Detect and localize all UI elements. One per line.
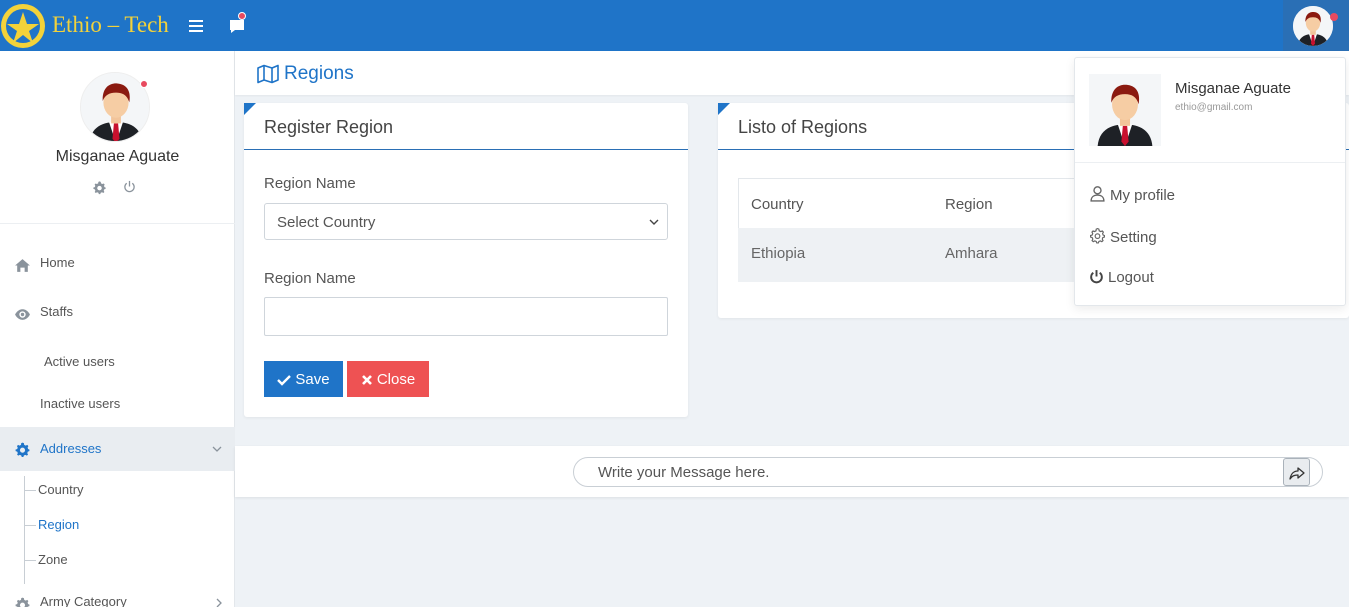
card-corner-accent — [718, 103, 730, 115]
home-icon — [15, 259, 30, 272]
menu-item-label: Logout — [1108, 269, 1154, 286]
sidebar-item-label: Active users — [44, 354, 115, 369]
country-label: Region Name — [264, 175, 356, 192]
region-name-input[interactable] — [264, 297, 668, 336]
notification-dot — [238, 12, 246, 20]
brand-name: Ethio – Tech — [52, 12, 169, 37]
page-title: Regions — [284, 63, 354, 84]
chevron-down-icon — [649, 219, 659, 225]
chevron-down-icon — [212, 446, 222, 452]
status-dot — [1330, 13, 1338, 21]
sidebar-subitem-region[interactable]: Region — [24, 517, 79, 532]
chat-message-input[interactable] — [573, 457, 1323, 487]
send-button[interactable] — [1283, 458, 1310, 486]
gear-icon — [1090, 227, 1105, 244]
user-dropdown-menu: Misganae Aguate ethio@gmail.com My profi… — [1074, 57, 1346, 306]
save-button[interactable]: Save — [264, 361, 343, 397]
power-icon[interactable] — [123, 180, 136, 193]
menu-item-logout[interactable]: Logout — [1089, 269, 1154, 286]
sidebar-subitem-country[interactable]: Country — [24, 482, 84, 497]
sidebar-item-addresses[interactable]: Addresses — [0, 427, 235, 471]
column-header: Region — [945, 196, 993, 213]
eye-icon — [15, 309, 30, 320]
chevron-right-icon — [216, 598, 222, 607]
table-cell: Ethiopia — [751, 245, 806, 262]
gear-icon[interactable] — [92, 180, 107, 195]
card-corner-accent — [244, 103, 256, 115]
menu-item-my-profile[interactable]: My profile — [1089, 185, 1175, 204]
sidebar-item-label: Inactive users — [40, 396, 121, 411]
column-header: Country — [751, 196, 804, 213]
hamburger-icon[interactable] — [186, 16, 206, 36]
dropdown-user-name: Misganae Aguate — [1175, 80, 1291, 97]
sidebar-subitem-zone[interactable]: Zone — [24, 552, 68, 567]
sidebar: Misganae Aguate Home Staffs Active users… — [0, 51, 235, 607]
region-name-label: Region Name — [264, 270, 356, 287]
sidebar-subitem-label: Region — [38, 517, 80, 532]
card-title: Register Region — [264, 117, 394, 137]
user-icon — [1090, 186, 1105, 202]
gear-icon — [15, 442, 30, 457]
menu-item-setting[interactable]: Setting — [1089, 227, 1157, 246]
divider — [0, 223, 235, 224]
sidebar-item-staffs[interactable]: Staffs — [0, 304, 235, 326]
sidebar-item-label: Staffs — [40, 304, 74, 319]
sidebar-item-active-users[interactable]: Active users — [0, 354, 235, 374]
menu-item-label: Setting — [1110, 229, 1157, 246]
user-menu-toggle[interactable] — [1283, 0, 1349, 51]
chat-bar — [235, 446, 1349, 497]
share-icon — [1289, 467, 1305, 480]
avatar — [1293, 6, 1333, 46]
sidebar-item-label: Army Category — [40, 594, 127, 607]
top-navbar: Ethio – Tech — [0, 0, 1349, 51]
register-region-card: Register Region Region Name Select Count… — [244, 103, 688, 417]
divider — [244, 149, 688, 150]
country-select[interactable]: Select Country — [264, 203, 668, 240]
avatar — [1089, 74, 1161, 146]
divider — [1075, 162, 1345, 163]
country-select-value: Select Country — [277, 214, 376, 231]
sidebar-user-name: Misganae Aguate — [55, 148, 180, 165]
dropdown-user-email: ethio@gmail.com — [1175, 102, 1253, 113]
card-title: Listo of Regions — [738, 117, 868, 137]
sidebar-item-inactive-users[interactable]: Inactive users — [0, 396, 235, 416]
check-icon — [277, 374, 292, 386]
sidebar-subitem-label: Country — [38, 482, 84, 497]
power-icon — [1090, 270, 1103, 284]
sidebar-item-label: Home — [40, 255, 75, 270]
sidebar-item-label: Addresses — [40, 441, 102, 456]
status-dot — [140, 80, 148, 88]
save-button-label: Save — [295, 370, 330, 388]
brand-logo — [1, 4, 45, 48]
sidebar-item-army-category[interactable]: Army Category — [0, 594, 235, 607]
map-icon — [257, 64, 279, 84]
table-cell: Amhara — [945, 245, 998, 262]
menu-item-label: My profile — [1110, 187, 1176, 204]
sidebar-item-home[interactable]: Home — [0, 255, 235, 277]
gear-icon — [15, 597, 30, 607]
sidebar-subitem-label: Zone — [38, 552, 68, 567]
close-button-label: Close — [376, 370, 416, 388]
close-button[interactable]: Close — [347, 361, 429, 397]
close-icon — [361, 374, 372, 385]
